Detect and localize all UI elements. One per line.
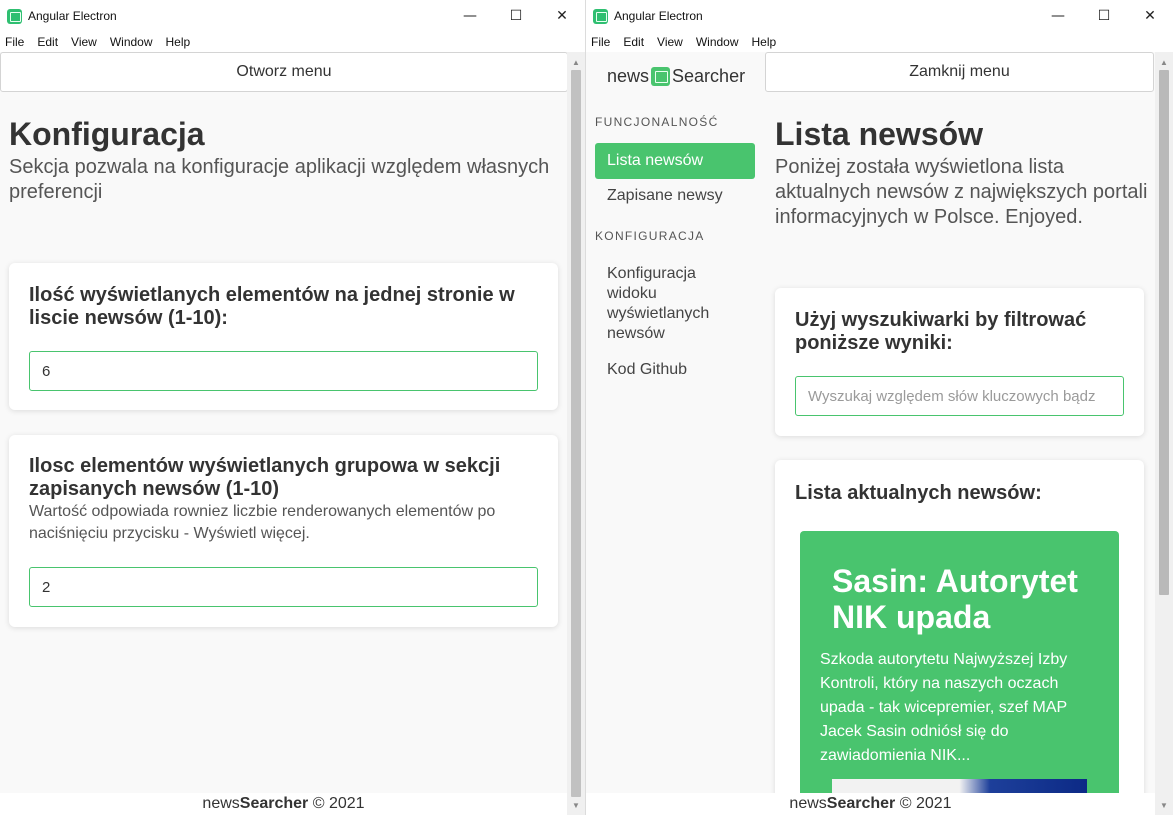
title-bar: Angular Electron — ☐ ✕ (586, 0, 1173, 32)
menu-file[interactable]: File (591, 35, 610, 49)
sidebar-item-saved-news[interactable]: Zapisane newsy (595, 186, 755, 206)
open-menu-button[interactable]: Otworz menu (0, 52, 567, 92)
search-card: Użyj wyszukiwarki by filtrować poniższe … (775, 288, 1144, 436)
sidebar-item-view-config[interactable]: Konfiguracja widoku wyświetlanych newsów (595, 264, 725, 344)
sidebar-section-features: FUNCJONALNOŚĆ (595, 115, 719, 129)
scroll-down-icon[interactable]: ▼ (1155, 797, 1173, 813)
sidebar-section-config: KONFIGURACJA (595, 229, 705, 243)
page-title: Konfiguracja (9, 116, 205, 152)
scroll-thumb[interactable] (1159, 70, 1169, 595)
maximize-icon[interactable]: ☐ (1081, 0, 1127, 32)
menu-window[interactable]: Window (110, 35, 153, 49)
app-icon (593, 8, 608, 24)
close-menu-button[interactable]: Zamknij menu (765, 52, 1154, 92)
close-icon[interactable]: ✕ (1127, 0, 1173, 32)
vertical-scrollbar[interactable]: ▲ ▼ (1155, 52, 1173, 815)
vertical-scrollbar[interactable]: ▲ ▼ (567, 52, 585, 815)
items-per-page-card: Ilość wyświetlanych elementów na jednej … (9, 263, 558, 410)
menu-help[interactable]: Help (752, 35, 777, 49)
page-subtitle: Poniżej została wyświetlona lista aktual… (775, 156, 1148, 228)
left-window: Angular Electron — ☐ ✕ File Edit View Wi… (0, 0, 586, 815)
scroll-up-icon[interactable]: ▲ (1155, 54, 1173, 70)
minimize-icon[interactable]: — (447, 0, 493, 32)
scroll-thumb[interactable] (571, 70, 581, 797)
footer: news Searcher © 2021 (586, 793, 1155, 815)
menu-edit[interactable]: Edit (623, 35, 644, 49)
footer-copyright: © 2021 (899, 795, 952, 812)
menu-view[interactable]: View (71, 35, 97, 49)
title-bar: Angular Electron — ☐ ✕ (0, 0, 585, 32)
page-subtitle: Sekcja pozwala na konfiguracje aplikacji… (9, 156, 550, 203)
scroll-down-icon[interactable]: ▼ (567, 797, 585, 813)
saved-group-hint: Wartość odpowiada rowniez liczbie render… (29, 503, 496, 542)
news-item-title[interactable]: Sasin: Autorytet NIK upada (832, 563, 1092, 635)
saved-group-label: Ilosc elementów wyświetlanych grupowa w … (29, 455, 501, 500)
saved-group-input[interactable]: 2 (29, 567, 538, 607)
menu-help[interactable]: Help (166, 35, 191, 49)
window-title: Angular Electron (28, 9, 117, 23)
footer-copyright: © 2021 (312, 795, 365, 812)
sidebar-item-github[interactable]: Kod Github (595, 360, 755, 380)
menu-file[interactable]: File (5, 35, 24, 49)
items-per-page-input[interactable]: 6 (29, 351, 538, 391)
page-content: Otworz menu Konfiguracja Sekcja pozwala … (0, 52, 567, 793)
logo-brand: Searcher (672, 66, 746, 86)
footer-brand: Searcher (826, 795, 896, 812)
sidebar-item-news-list[interactable]: Lista newsów (595, 143, 755, 179)
window-title: Angular Electron (614, 9, 703, 23)
news-item-image (832, 779, 1087, 793)
footer: news Searcher © 2021 (0, 793, 567, 815)
page-title: Lista newsów (775, 116, 984, 152)
menu-window[interactable]: Window (696, 35, 739, 49)
scroll-up-icon[interactable]: ▲ (567, 54, 585, 70)
footer-prefix: news (202, 795, 240, 812)
items-per-page-label: Ilość wyświetlanych elementów na jednej … (29, 284, 515, 329)
news-list-title: Lista aktualnych newsów: (795, 482, 1042, 504)
menu-bar: File Edit View Window Help (0, 32, 585, 52)
menu-view[interactable]: View (657, 35, 683, 49)
menu-edit[interactable]: Edit (37, 35, 58, 49)
app-icon (7, 8, 22, 24)
saved-group-card: Ilosc elementów wyświetlanych grupowa w … (9, 435, 558, 627)
menu-bar: File Edit View Window Help (586, 32, 1173, 52)
news-item[interactable]: Sasin: Autorytet NIK upada Szkoda autory… (800, 531, 1119, 793)
search-card-title: Użyj wyszukiwarki by filtrować poniższe … (795, 309, 1087, 354)
logo[interactable]: news Searcher (607, 66, 745, 87)
maximize-icon[interactable]: ☐ (493, 0, 539, 32)
footer-prefix: news (789, 795, 827, 812)
sidebar: news Searcher FUNCJONALNOŚĆ Lista newsów … (586, 52, 764, 793)
logo-prefix: news (607, 66, 650, 86)
footer-brand: Searcher (239, 795, 309, 812)
news-list-card: Lista aktualnych newsów: Sasin: Autoryte… (775, 460, 1144, 793)
minimize-icon[interactable]: — (1035, 0, 1081, 32)
right-window: Angular Electron — ☐ ✕ File Edit View Wi… (586, 0, 1173, 815)
close-icon[interactable]: ✕ (539, 0, 585, 32)
search-input[interactable]: Wyszukaj względem słów kluczowych bądz (795, 376, 1124, 416)
page-content: news Searcher FUNCJONALNOŚĆ Lista newsów … (586, 52, 1155, 793)
logo-icon (651, 67, 671, 86)
news-item-excerpt: Szkoda autorytetu Najwyższej Izby Kontro… (820, 651, 1068, 764)
